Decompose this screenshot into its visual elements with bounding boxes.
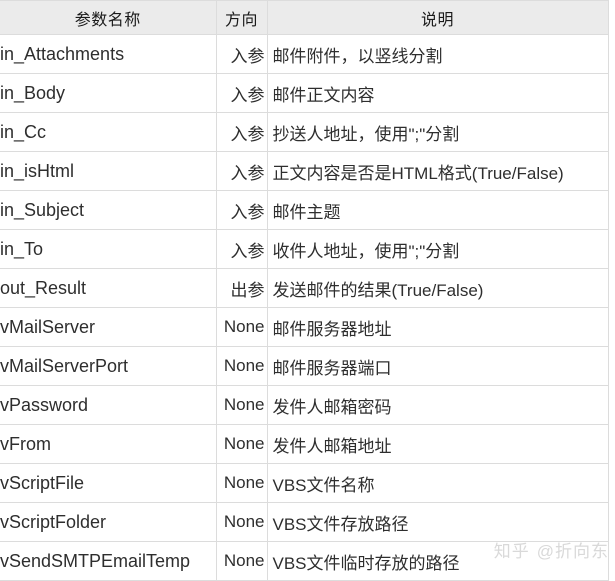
table-body: in_Attachments 入参 邮件附件，以竖线分割 in_Body 入参 邮件正文内…	[0, 34, 609, 581]
cell-description: 发件人邮箱密码	[267, 385, 609, 425]
table-row: out_Result 出参 发送邮件的结果(True/False)	[0, 268, 609, 308]
cell-parameter-name: vScriptFolder	[0, 502, 217, 542]
cell-parameter-name: out_Result	[0, 268, 217, 308]
cell-direction: None	[216, 385, 268, 425]
cell-direction: None	[216, 463, 268, 503]
document-body: 参数名称 方向 说明 in_Attachments 入参 邮件附件，以竖线分割 in_…	[0, 0, 615, 581]
cell-description: 发送邮件的结果(True/False)	[267, 268, 609, 308]
cell-description: VBS文件存放路径	[267, 502, 609, 542]
cell-parameter-name: vPassword	[0, 385, 217, 425]
cell-description: 邮件服务器地址	[267, 307, 609, 347]
cell-parameter-name: in_To	[0, 229, 217, 269]
cell-direction: None	[216, 502, 268, 542]
cell-parameter-name: in_Subject	[0, 190, 217, 230]
table-row: in_To 入参 收件人地址，使用";"分割	[0, 229, 609, 269]
cell-description: 邮件服务器端口	[267, 346, 609, 386]
parameter-table: 参数名称 方向 说明 in_Attachments 入参 邮件附件，以竖线分割 in_…	[0, 0, 609, 581]
table-header: 参数名称 方向 说明	[0, 0, 609, 35]
cell-description: 正文内容是否是HTML格式(True/False)	[267, 151, 609, 191]
table-row: in_Body 入参 邮件正文内容	[0, 73, 609, 113]
cell-description: VBS文件临时存放的路径	[267, 541, 609, 581]
cell-parameter-name: vMailServerPort	[0, 346, 217, 386]
table-row: vFrom None 发件人邮箱地址	[0, 424, 609, 464]
cell-direction: 入参	[216, 151, 268, 191]
cell-parameter-name: in_Cc	[0, 112, 217, 152]
table-row: vScriptFolder None VBS文件存放路径	[0, 502, 609, 542]
column-header-direction: 方向	[216, 0, 268, 35]
table-header-row: 参数名称 方向 说明	[0, 0, 609, 35]
cell-parameter-name: in_Attachments	[0, 34, 217, 74]
cell-description: 邮件正文内容	[267, 73, 609, 113]
cell-direction: None	[216, 541, 268, 581]
cell-direction: 出参	[216, 268, 268, 308]
table-row: vMailServer None 邮件服务器地址	[0, 307, 609, 347]
table-row: vSendSMTPEmailTemp None VBS文件临时存放的路径	[0, 541, 609, 581]
table-row: vMailServerPort None 邮件服务器端口	[0, 346, 609, 386]
cell-direction: None	[216, 307, 268, 347]
cell-direction: None	[216, 424, 268, 464]
cell-direction: 入参	[216, 190, 268, 230]
cell-parameter-name: vSendSMTPEmailTemp	[0, 541, 217, 581]
cell-description: 收件人地址，使用";"分割	[267, 229, 609, 269]
cell-parameter-name: vScriptFile	[0, 463, 217, 503]
cell-description: 邮件主题	[267, 190, 609, 230]
cell-direction: 入参	[216, 229, 268, 269]
cell-direction: 入参	[216, 112, 268, 152]
cell-direction: 入参	[216, 73, 268, 113]
table-row: in_Subject 入参 邮件主题	[0, 190, 609, 230]
cell-parameter-name: in_isHtml	[0, 151, 217, 191]
table-row: vScriptFile None VBS文件名称	[0, 463, 609, 503]
cell-description: VBS文件名称	[267, 463, 609, 503]
cell-direction: 入参	[216, 34, 268, 74]
cell-parameter-name: vFrom	[0, 424, 217, 464]
cell-parameter-name: in_Body	[0, 73, 217, 113]
table-row: in_isHtml 入参 正文内容是否是HTML格式(True/False)	[0, 151, 609, 191]
table-row: vPassword None 发件人邮箱密码	[0, 385, 609, 425]
cell-parameter-name: vMailServer	[0, 307, 217, 347]
cell-description: 发件人邮箱地址	[267, 424, 609, 464]
table-row: in_Cc 入参 抄送人地址，使用";"分割	[0, 112, 609, 152]
cell-description: 邮件附件，以竖线分割	[267, 34, 609, 74]
cell-description: 抄送人地址，使用";"分割	[267, 112, 609, 152]
column-header-name: 参数名称	[0, 0, 217, 35]
column-header-description: 说明	[267, 0, 609, 35]
cell-direction: None	[216, 346, 268, 386]
table-row: in_Attachments 入参 邮件附件，以竖线分割	[0, 34, 609, 74]
